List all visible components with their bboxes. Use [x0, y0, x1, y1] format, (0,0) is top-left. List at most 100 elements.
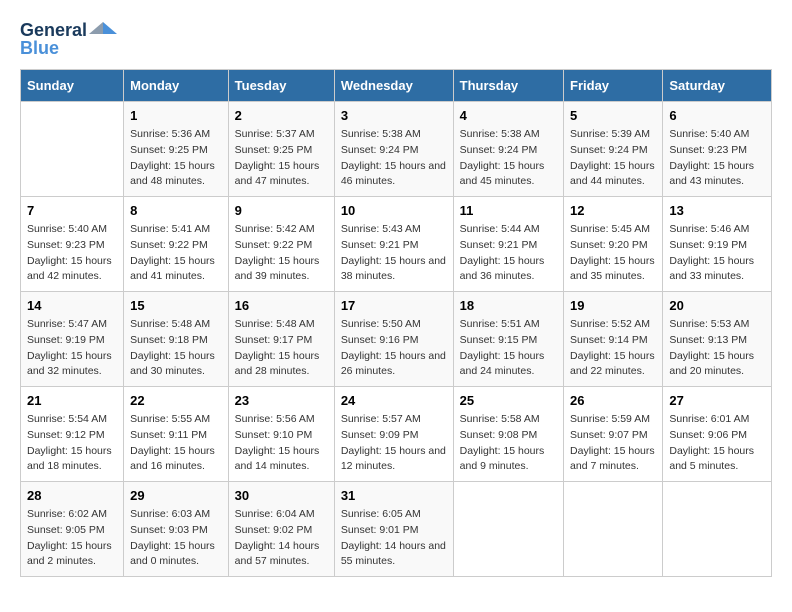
calendar-header-row: SundayMondayTuesdayWednesdayThursdayFrid…: [21, 70, 772, 102]
cell-info: Sunrise: 5:46 AMSunset: 9:19 PMDaylight:…: [669, 222, 765, 285]
cell-info: Sunrise: 5:42 AMSunset: 9:22 PMDaylight:…: [235, 222, 328, 285]
logo: General Blue: [20, 20, 117, 59]
calendar-week-row: 1 Sunrise: 5:36 AMSunset: 9:25 PMDaylight…: [21, 102, 772, 197]
calendar-cell: 18Sunrise: 5:51 AMSunset: 9:15 PMDayligh…: [453, 292, 563, 387]
day-number: 1: [130, 108, 222, 123]
cell-info: Sunrise: 5:38 AMSunset: 9:24 PMDaylight:…: [460, 127, 557, 190]
cell-info: Sunrise: 5:40 AMSunset: 9:23 PMDaylight:…: [669, 127, 765, 190]
calendar-cell: 4 Sunrise: 5:38 AMSunset: 9:24 PMDaylight…: [453, 102, 563, 197]
day-number: 31: [341, 488, 447, 503]
cell-info: Sunrise: 5:50 AMSunset: 9:16 PMDaylight:…: [341, 317, 447, 380]
cell-info: Sunrise: 6:04 AMSunset: 9:02 PMDaylight:…: [235, 507, 328, 570]
calendar-cell: [21, 102, 124, 197]
day-number: 27: [669, 393, 765, 408]
day-number: 26: [570, 393, 656, 408]
calendar-table: SundayMondayTuesdayWednesdayThursdayFrid…: [20, 69, 772, 577]
day-number: 17: [341, 298, 447, 313]
calendar-week-row: 21Sunrise: 5:54 AMSunset: 9:12 PMDayligh…: [21, 387, 772, 482]
calendar-week-row: 7 Sunrise: 5:40 AMSunset: 9:23 PMDaylight…: [21, 197, 772, 292]
header-friday: Friday: [564, 70, 663, 102]
logo-blue-text: Blue: [20, 38, 59, 59]
calendar-cell: 22 Sunrise: 5:55 AMSunset: 9:11 PMDayligh…: [124, 387, 229, 482]
cell-info: Sunrise: 5:58 AMSunset: 9:08 PMDaylight:…: [460, 412, 557, 475]
day-number: 18: [460, 298, 557, 313]
cell-info: Sunrise: 5:38 AMSunset: 9:24 PMDaylight:…: [341, 127, 447, 190]
calendar-cell: 29 Sunrise: 6:03 AMSunset: 9:03 PMDayligh…: [124, 482, 229, 577]
day-number: 23: [235, 393, 328, 408]
day-number: 4: [460, 108, 557, 123]
logo-container: General Blue: [20, 20, 117, 59]
day-number: 25: [460, 393, 557, 408]
day-number: 24: [341, 393, 447, 408]
day-number: 16: [235, 298, 328, 313]
cell-info: Sunrise: 5:37 AMSunset: 9:25 PMDaylight:…: [235, 127, 328, 190]
cell-info: Sunrise: 5:48 AMSunset: 9:17 PMDaylight:…: [235, 317, 328, 380]
day-number: 11: [460, 203, 557, 218]
cell-info: Sunrise: 5:36 AMSunset: 9:25 PMDaylight:…: [130, 127, 222, 190]
cell-info: Sunrise: 5:40 AMSunset: 9:23 PMDaylight:…: [27, 222, 117, 285]
calendar-cell: 28Sunrise: 6:02 AMSunset: 9:05 PMDayligh…: [21, 482, 124, 577]
calendar-week-row: 28Sunrise: 6:02 AMSunset: 9:05 PMDayligh…: [21, 482, 772, 577]
day-number: 28: [27, 488, 117, 503]
day-number: 9: [235, 203, 328, 218]
day-number: 22: [130, 393, 222, 408]
header-wednesday: Wednesday: [334, 70, 453, 102]
calendar-cell: 17 Sunrise: 5:50 AMSunset: 9:16 PMDayligh…: [334, 292, 453, 387]
header-thursday: Thursday: [453, 70, 563, 102]
calendar-cell: 13Sunrise: 5:46 AMSunset: 9:19 PMDayligh…: [663, 197, 772, 292]
day-number: 5: [570, 108, 656, 123]
cell-info: Sunrise: 5:48 AMSunset: 9:18 PMDaylight:…: [130, 317, 222, 380]
calendar-cell: 3 Sunrise: 5:38 AMSunset: 9:24 PMDaylight…: [334, 102, 453, 197]
day-number: 10: [341, 203, 447, 218]
calendar-cell: 7 Sunrise: 5:40 AMSunset: 9:23 PMDaylight…: [21, 197, 124, 292]
calendar-cell: 5 Sunrise: 5:39 AMSunset: 9:24 PMDaylight…: [564, 102, 663, 197]
calendar-cell: 10 Sunrise: 5:43 AMSunset: 9:21 PMDayligh…: [334, 197, 453, 292]
header-tuesday: Tuesday: [228, 70, 334, 102]
cell-info: Sunrise: 5:39 AMSunset: 9:24 PMDaylight:…: [570, 127, 656, 190]
cell-info: Sunrise: 5:47 AMSunset: 9:19 PMDaylight:…: [27, 317, 117, 380]
calendar-cell: 14Sunrise: 5:47 AMSunset: 9:19 PMDayligh…: [21, 292, 124, 387]
calendar-cell: [564, 482, 663, 577]
day-number: 20: [669, 298, 765, 313]
calendar-cell: 24 Sunrise: 5:57 AMSunset: 9:09 PMDayligh…: [334, 387, 453, 482]
calendar-week-row: 14Sunrise: 5:47 AMSunset: 9:19 PMDayligh…: [21, 292, 772, 387]
cell-info: Sunrise: 5:41 AMSunset: 9:22 PMDaylight:…: [130, 222, 222, 285]
header-saturday: Saturday: [663, 70, 772, 102]
logo-bird-icon: [89, 20, 117, 42]
calendar-cell: 15Sunrise: 5:48 AMSunset: 9:18 PMDayligh…: [124, 292, 229, 387]
cell-info: Sunrise: 5:44 AMSunset: 9:21 PMDaylight:…: [460, 222, 557, 285]
calendar-cell: 19Sunrise: 5:52 AMSunset: 9:14 PMDayligh…: [564, 292, 663, 387]
calendar-cell: 1 Sunrise: 5:36 AMSunset: 9:25 PMDaylight…: [124, 102, 229, 197]
calendar-cell: 11 Sunrise: 5:44 AMSunset: 9:21 PMDayligh…: [453, 197, 563, 292]
calendar-cell: 30 Sunrise: 6:04 AMSunset: 9:02 PMDayligh…: [228, 482, 334, 577]
cell-info: Sunrise: 6:01 AMSunset: 9:06 PMDaylight:…: [669, 412, 765, 475]
calendar-cell: 12Sunrise: 5:45 AMSunset: 9:20 PMDayligh…: [564, 197, 663, 292]
cell-info: Sunrise: 6:03 AMSunset: 9:03 PMDaylight:…: [130, 507, 222, 570]
day-number: 2: [235, 108, 328, 123]
calendar-cell: 6 Sunrise: 5:40 AMSunset: 9:23 PMDaylight…: [663, 102, 772, 197]
calendar-cell: 25 Sunrise: 5:58 AMSunset: 9:08 PMDayligh…: [453, 387, 563, 482]
cell-info: Sunrise: 5:55 AMSunset: 9:11 PMDaylight:…: [130, 412, 222, 475]
cell-info: Sunrise: 5:53 AMSunset: 9:13 PMDaylight:…: [669, 317, 765, 380]
calendar-cell: 31Sunrise: 6:05 AMSunset: 9:01 PMDayligh…: [334, 482, 453, 577]
calendar-cell: 8 Sunrise: 5:41 AMSunset: 9:22 PMDaylight…: [124, 197, 229, 292]
day-number: 3: [341, 108, 447, 123]
day-number: 7: [27, 203, 117, 218]
cell-info: Sunrise: 5:54 AMSunset: 9:12 PMDaylight:…: [27, 412, 117, 475]
day-number: 8: [130, 203, 222, 218]
cell-info: Sunrise: 5:45 AMSunset: 9:20 PMDaylight:…: [570, 222, 656, 285]
day-number: 29: [130, 488, 222, 503]
calendar-cell: 9 Sunrise: 5:42 AMSunset: 9:22 PMDaylight…: [228, 197, 334, 292]
cell-info: Sunrise: 5:43 AMSunset: 9:21 PMDaylight:…: [341, 222, 447, 285]
calendar-cell: 26Sunrise: 5:59 AMSunset: 9:07 PMDayligh…: [564, 387, 663, 482]
calendar-cell: [453, 482, 563, 577]
calendar-cell: 20 Sunrise: 5:53 AMSunset: 9:13 PMDayligh…: [663, 292, 772, 387]
day-number: 6: [669, 108, 765, 123]
calendar-cell: 16 Sunrise: 5:48 AMSunset: 9:17 PMDayligh…: [228, 292, 334, 387]
day-number: 30: [235, 488, 328, 503]
header-monday: Monday: [124, 70, 229, 102]
cell-info: Sunrise: 5:57 AMSunset: 9:09 PMDaylight:…: [341, 412, 447, 475]
calendar-cell: 2 Sunrise: 5:37 AMSunset: 9:25 PMDaylight…: [228, 102, 334, 197]
page-header: General Blue: [20, 20, 772, 59]
header-sunday: Sunday: [21, 70, 124, 102]
